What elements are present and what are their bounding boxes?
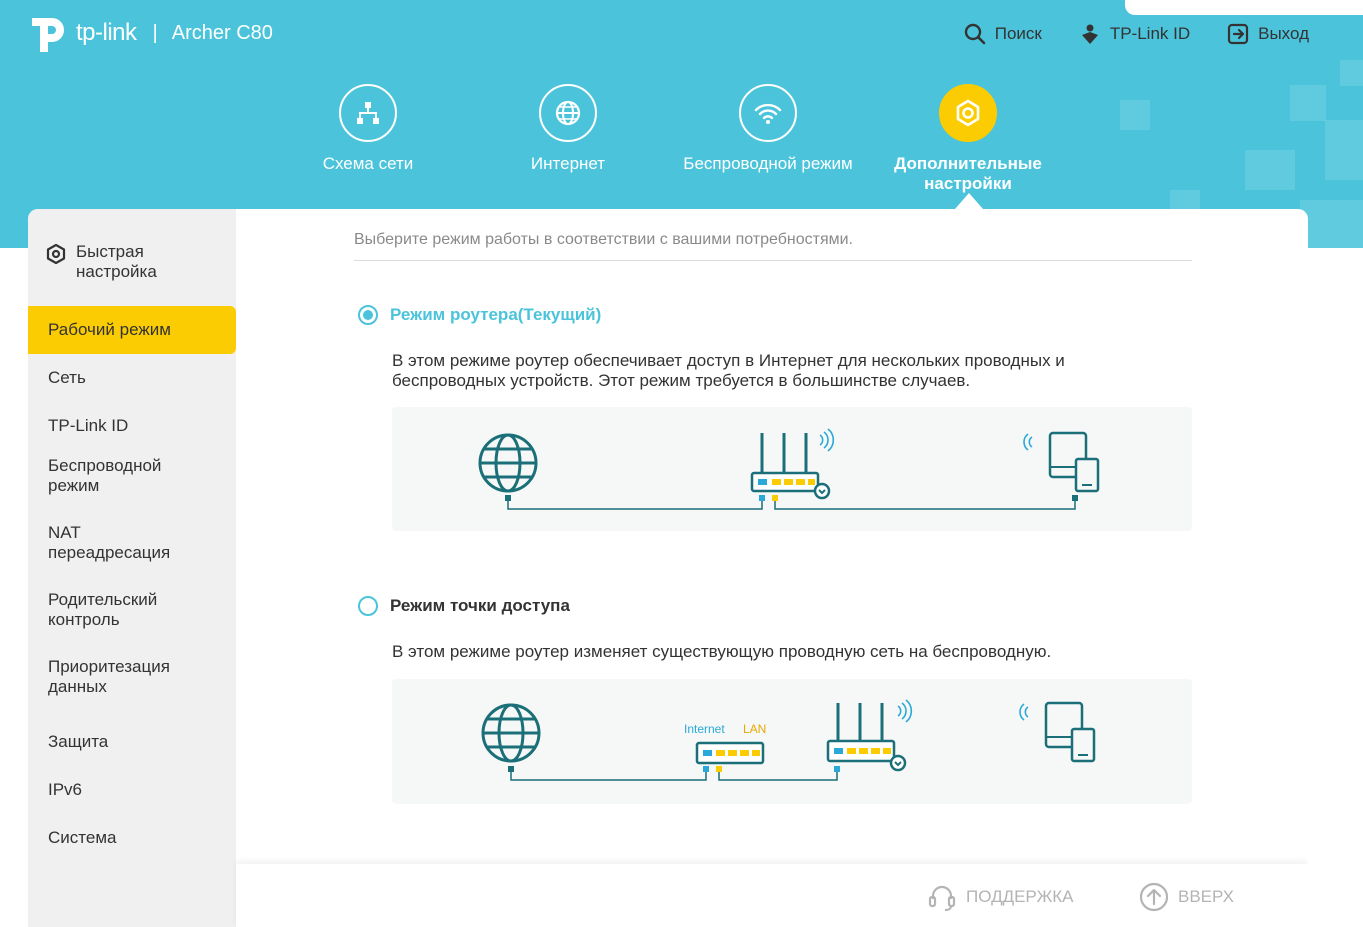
sidebar-item-system[interactable]: Система: [28, 814, 236, 862]
active-tab-caret: [955, 193, 983, 209]
quick-setup-gear-icon: [46, 243, 66, 265]
sidebar-item-tplink-id[interactable]: TP-Link ID: [28, 402, 236, 450]
lan-port-label: LAN: [743, 722, 766, 736]
tab-advanced[interactable]: Дополнительные настройки: [868, 84, 1068, 194]
decor-square: [1245, 150, 1295, 190]
page-hint: Выберите режим работы в соответствии с в…: [354, 231, 1192, 261]
arrow-up-circle-icon: [1139, 882, 1169, 912]
router-icon: [750, 428, 835, 500]
tab-wireless-label: Беспроводной режим: [683, 154, 853, 173]
sidebar-item-label: TP-Link ID: [48, 416, 129, 435]
nav-icon-circle: [539, 84, 597, 142]
sidebar-item-label: Родительский контроль: [48, 590, 158, 629]
nav-icon-circle: [339, 84, 397, 142]
nav-icon-circle: [939, 84, 997, 142]
router-mode-diagram: [392, 407, 1192, 531]
nav-icon-circle: [739, 84, 797, 142]
sidebar-item-label: Беспроводной режим: [48, 456, 162, 495]
sidebar-item-qos[interactable]: Приоритезация данных: [28, 651, 236, 718]
sidebar-item-quick-setup[interactable]: Быстрая настройка: [28, 242, 236, 306]
tab-network-map[interactable]: Схема сети: [268, 84, 468, 194]
decor-square: [1120, 100, 1150, 130]
modem-icon: [695, 741, 765, 765]
logo: tp-link | Archer C80: [26, 12, 273, 54]
router-mode-radio[interactable]: [358, 305, 378, 325]
gear-icon: [956, 99, 980, 127]
sidebar-item-label: IPv6: [48, 780, 83, 799]
router-mode-option: Режим роутера(Текущий) В этом режиме роу…: [358, 305, 1112, 391]
ap-mode-option: Режим точки доступа В этом режиме роутер…: [358, 596, 1112, 662]
sidebar-item-label: Приоритезация данных: [48, 657, 170, 696]
router-mode-title: Режим роутера(Текущий): [390, 305, 602, 324]
tplink-id-button[interactable]: TP-Link ID: [1078, 22, 1190, 46]
logout-label: Выход: [1258, 24, 1309, 43]
ap-mode-title: Режим точки доступа: [390, 596, 570, 615]
search-icon: [964, 23, 986, 45]
model-name: Archer C80: [171, 21, 273, 44]
sidebar-item-nat[interactable]: NAT переадресация: [28, 517, 236, 584]
internet-port-label: Internet: [684, 722, 725, 736]
brand-separator: |: [152, 21, 158, 44]
tab-internet-label: Интернет: [530, 154, 606, 173]
globe-icon: [478, 433, 538, 493]
ap-mode-illustration: Internet LAN: [481, 699, 1096, 781]
logout-button[interactable]: Выход: [1226, 22, 1309, 46]
decor-square: [1340, 60, 1363, 86]
globe-icon: [555, 100, 581, 126]
sidebar-item-label: NAT переадресация: [48, 523, 171, 562]
globe-icon: [481, 703, 541, 763]
sidebar-item-operation-mode[interactable]: Рабочий режим: [28, 306, 236, 354]
tab-internet[interactable]: Интернет: [468, 84, 668, 194]
tab-advanced-label: Дополнительные настройки: [894, 154, 1042, 193]
tplink-logo-icon: [32, 18, 64, 52]
tab-wireless[interactable]: Беспроводной режим: [668, 84, 868, 194]
main-panel: Быстрая настройка Рабочий режим Сеть TP-…: [28, 209, 1308, 927]
devices-icon: [1023, 431, 1100, 493]
sidebar-item-security[interactable]: Защита: [28, 718, 236, 766]
radio-dot: [363, 310, 373, 320]
support-label: ПОДДЕРЖКА: [966, 887, 1074, 906]
back-to-top-button[interactable]: ВВЕРХ: [1138, 881, 1234, 913]
router-icon: [826, 699, 913, 772]
ap-mode-description: В этом режиме роутер изменяет существующ…: [392, 642, 1052, 661]
ap-mode-radio[interactable]: [358, 596, 378, 616]
router-mode-radio-row[interactable]: Режим роутера(Текущий): [358, 305, 1112, 325]
ap-mode-radio-row[interactable]: Режим точки доступа: [358, 596, 1112, 616]
decor-square: [1300, 200, 1363, 248]
sidebar-item-label: Защита: [48, 732, 109, 751]
brand-name: tp-link: [76, 19, 137, 46]
header-tab: [1125, 0, 1363, 15]
support-button[interactable]: ПОДДЕРЖКА: [926, 881, 1074, 913]
tplink-id-icon: [1081, 24, 1098, 44]
router-mode-illustration: [478, 428, 1100, 510]
search-label: Поиск: [994, 24, 1042, 43]
sidebar-item-label: Сеть: [48, 368, 86, 387]
network-map-icon: [357, 102, 379, 124]
sidebar-item-network[interactable]: Сеть: [28, 354, 236, 402]
tab-network-map-label: Схема сети: [322, 154, 414, 173]
decor-square: [1290, 85, 1326, 121]
sidebar-item-label: Рабочий режим: [48, 320, 171, 339]
top-actions: Поиск TP-Link ID Выход: [963, 22, 1309, 46]
back-to-top-label: ВВЕРХ: [1178, 887, 1234, 906]
decor-square: [1325, 120, 1363, 180]
headset-icon: [928, 885, 956, 911]
sidebar-item-ipv6[interactable]: IPv6: [28, 766, 236, 814]
wifi-icon: [754, 103, 782, 124]
sidebar: Быстрая настройка Рабочий режим Сеть TP-…: [28, 209, 236, 927]
main-nav: Схема сети Интернет Беспроводной режим Д…: [268, 84, 1068, 194]
search-button[interactable]: Поиск: [963, 22, 1042, 46]
sidebar-item-wireless[interactable]: Беспроводной режим: [28, 450, 236, 517]
devices-icon: [1019, 701, 1096, 763]
tplink-id-label: TP-Link ID: [1109, 24, 1191, 43]
router-mode-description: В этом режиме роутер обеспечивает доступ…: [392, 351, 1065, 390]
content-area: Выберите режим работы в соответствии с в…: [236, 209, 1308, 864]
footer: ПОДДЕРЖКА ВВЕРХ: [236, 864, 1308, 927]
logout-icon: [1228, 23, 1249, 45]
ap-mode-diagram: Internet LAN: [392, 679, 1192, 804]
sidebar-item-label: Быстрая настройка: [76, 242, 157, 281]
sidebar-item-label: Система: [48, 828, 117, 847]
sidebar-item-parental-control[interactable]: Родительский контроль: [28, 584, 236, 651]
